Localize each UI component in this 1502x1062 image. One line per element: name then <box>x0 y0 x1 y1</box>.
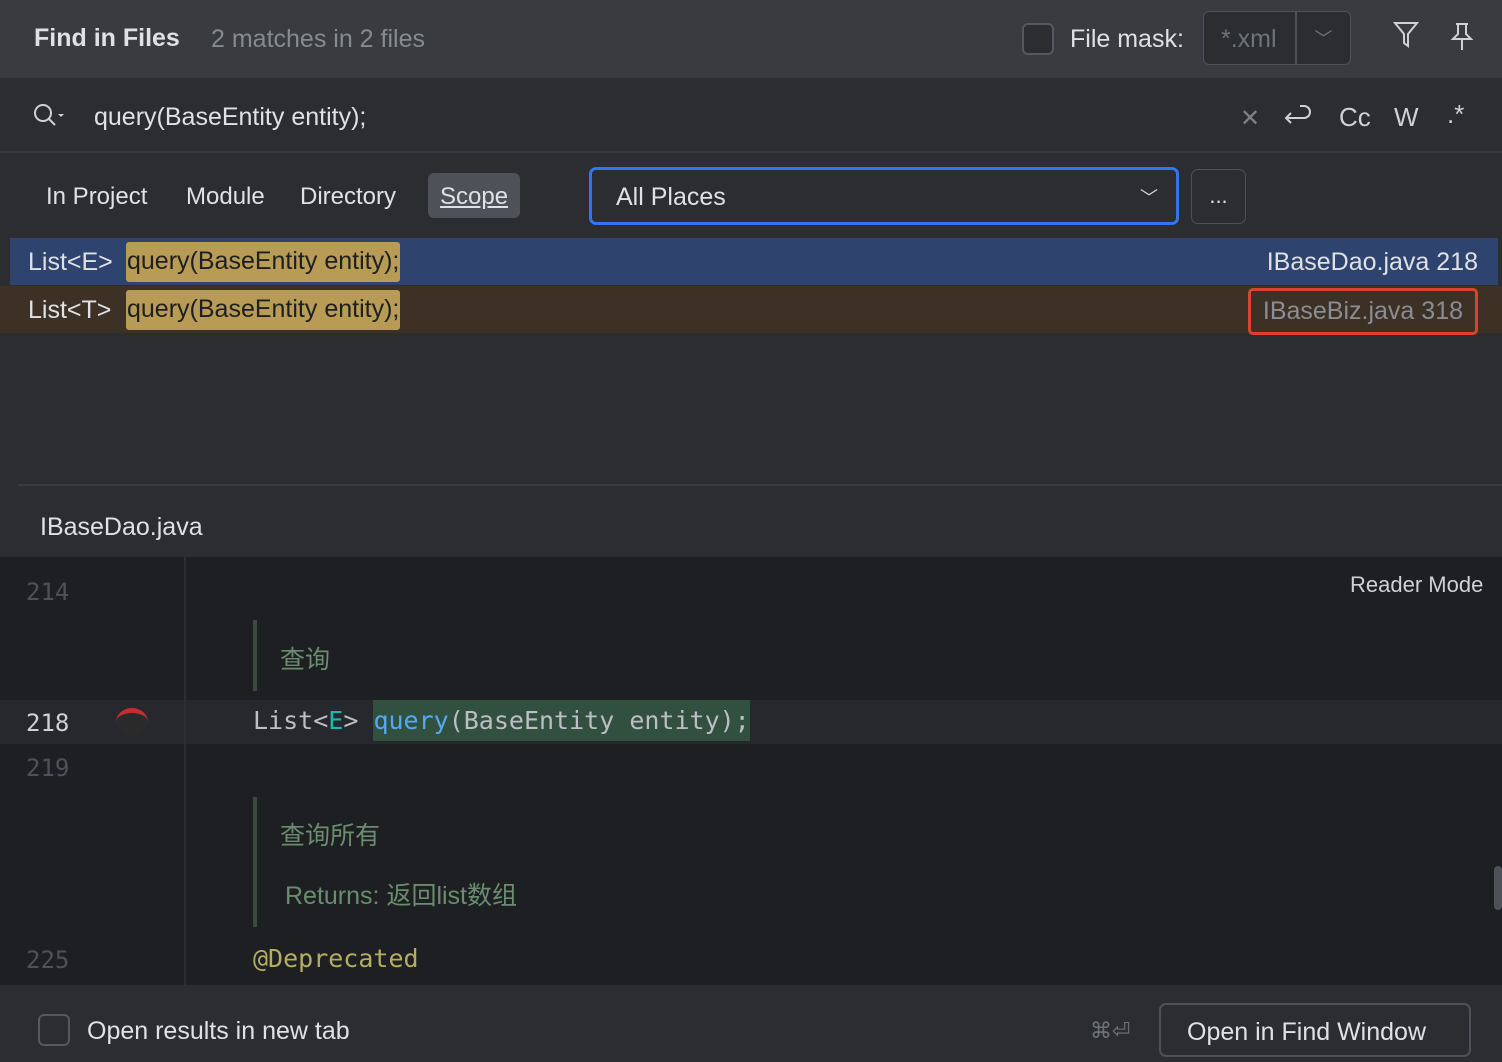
splitter[interactable] <box>18 484 1502 486</box>
scope-value: All Places <box>616 183 726 211</box>
returns-label: Returns: <box>285 882 380 910</box>
match-count: 2 matches in 2 files <box>211 25 425 53</box>
words-toggle[interactable]: W <box>1394 102 1419 133</box>
line-number: 218 <box>26 709 70 737</box>
file-mask-label: File mask: <box>1070 25 1184 53</box>
result-match: query(BaseEntity entity); <box>126 242 401 282</box>
search-history-icon[interactable] <box>32 102 68 135</box>
tab-directory[interactable]: Directory <box>288 173 408 218</box>
doc-bar <box>253 620 257 691</box>
code-token: E <box>328 706 344 735</box>
regex-toggle[interactable]: .* <box>1447 99 1464 130</box>
code-token: > <box>343 706 374 735</box>
doc-comment: 查询 <box>280 646 331 674</box>
new-tab-checkbox[interactable] <box>38 1014 70 1046</box>
file-mask-combo[interactable]: *.xml ﹀ <box>1203 11 1351 65</box>
chevron-down-icon: ﹀ <box>1140 188 1158 208</box>
shortcut-hint: ⌘⏎ <box>1090 1018 1131 1043</box>
new-tab-label: Open results in new tab <box>87 1017 350 1045</box>
reader-mode-button[interactable]: Reader Mode <box>1350 572 1483 598</box>
returns-text: 返回list数组 <box>386 882 517 910</box>
doc-bar <box>253 797 257 927</box>
pin-icon[interactable] <box>1450 22 1474 59</box>
newline-icon[interactable] <box>1282 102 1312 135</box>
result-prefix: List<T> <box>28 296 112 324</box>
tab-module[interactable]: Module <box>174 173 277 218</box>
result-row[interactable]: List<E> query(BaseEntity entity); IBaseD… <box>10 238 1498 285</box>
clear-icon[interactable]: ✕ <box>1240 104 1260 133</box>
search-input[interactable]: query(BaseEntity entity); <box>94 103 366 132</box>
dialog-title: Find in Files <box>34 24 180 52</box>
code-line: List<E> query(BaseEntity entity); <box>253 700 750 741</box>
mybatis-icon[interactable] <box>116 708 148 736</box>
result-row[interactable]: List<T> query(BaseEntity entity); IBaseB… <box>0 286 1502 335</box>
chevron-down-icon[interactable]: ﹀ <box>1297 12 1350 64</box>
more-scope-button[interactable]: ... <box>1191 169 1246 224</box>
doc-comment: 查询所有 <box>280 822 381 850</box>
result-match: query(BaseEntity entity); <box>126 290 401 330</box>
code-token: query <box>373 706 449 735</box>
result-file: IBaseDao.java 218 <box>1266 248 1478 276</box>
file-mask-checkbox[interactable] <box>1022 23 1054 55</box>
code-token: (BaseEntity entity); <box>448 706 750 735</box>
line-number: 214 <box>26 578 70 606</box>
result-file: IBaseBiz.java 318 <box>1247 288 1478 335</box>
result-prefix: List<E> <box>28 248 113 276</box>
current-line <box>0 700 1502 744</box>
code-token: List< <box>253 706 329 735</box>
code-preview[interactable] <box>0 557 1502 985</box>
scope-select[interactable]: All Places ﹀ <box>589 167 1179 225</box>
file-mask-input[interactable]: *.xml <box>1204 12 1297 64</box>
filter-icon[interactable] <box>1392 20 1420 57</box>
match-case-toggle[interactable]: Cc <box>1339 102 1371 133</box>
tab-in-project[interactable]: In Project <box>34 173 159 218</box>
line-number: 219 <box>26 754 70 782</box>
open-in-find-window-button[interactable]: Open in Find Window <box>1159 1003 1471 1057</box>
preview-file-name: IBaseDao.java <box>40 513 203 541</box>
gutter-divider <box>184 557 186 985</box>
scrollbar[interactable] <box>1494 866 1502 910</box>
line-number: 225 <box>26 946 70 974</box>
tab-scope[interactable]: Scope <box>428 173 521 218</box>
annotation: @Deprecated <box>253 944 419 973</box>
